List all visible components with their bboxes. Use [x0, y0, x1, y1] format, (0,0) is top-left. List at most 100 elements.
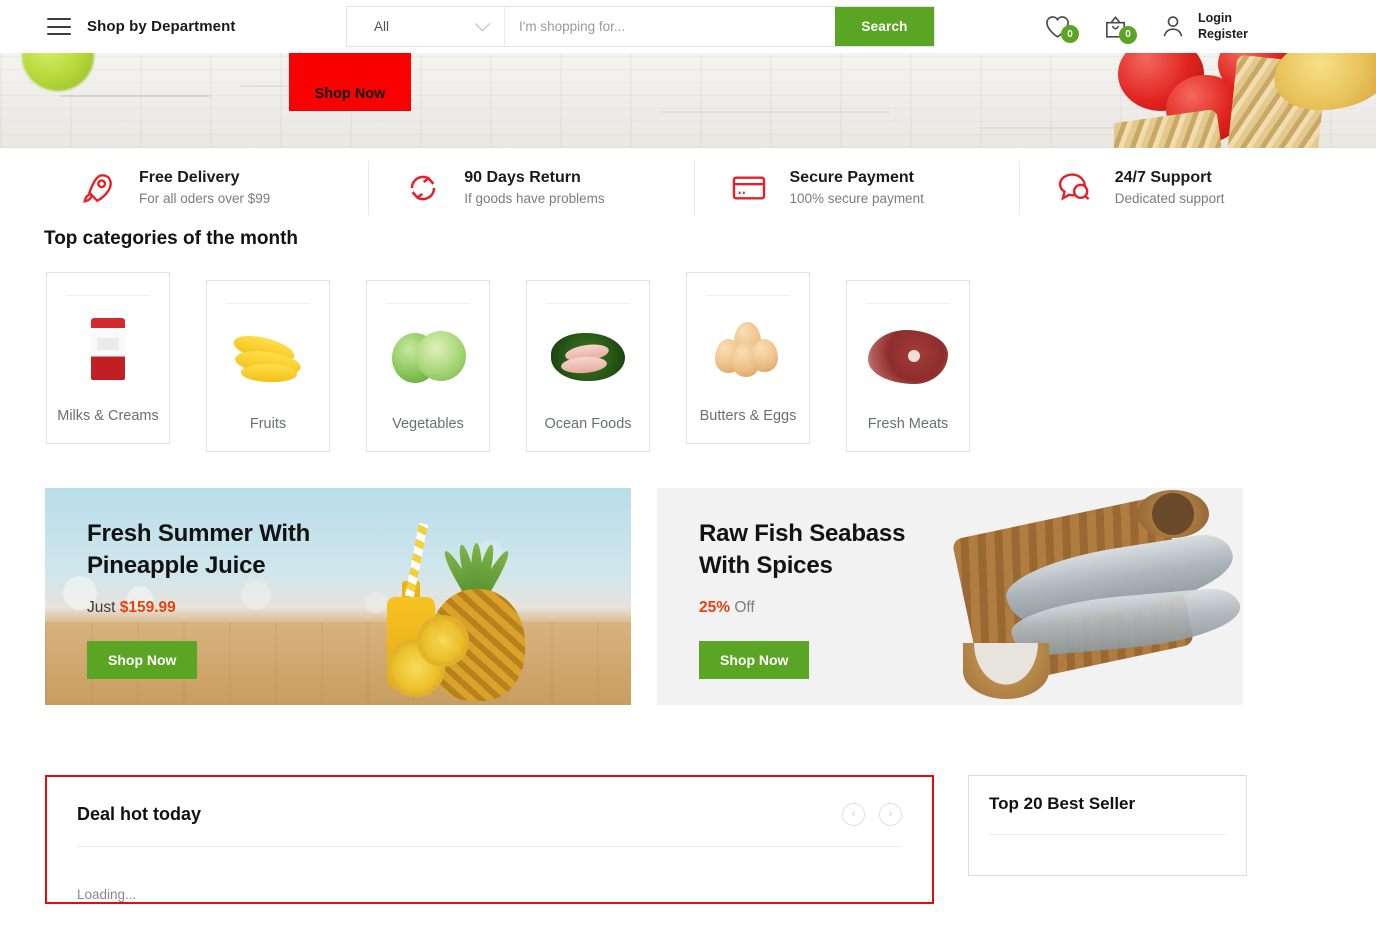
chevron-down-icon	[474, 15, 491, 32]
refresh-cycle-icon	[403, 168, 443, 208]
credit-card-icon	[729, 168, 769, 208]
feature-title: Free Delivery	[139, 169, 240, 187]
wood-grain-line	[660, 111, 890, 113]
rocket-icon	[78, 168, 118, 208]
promo-heading-line1: Fresh Summer With	[87, 519, 311, 547]
promo-banner-seabass[interactable]: Raw Fish Seabass With Spices 25% Off Sho…	[657, 487, 1243, 705]
feature-secure-payment: Secure Payment 100% secure payment	[695, 161, 1020, 215]
promo-banners: Fresh Summer With Pineapple Juice Just $…	[45, 487, 1376, 705]
search-category-value: All	[374, 19, 390, 34]
account-button[interactable]: Login Register	[1160, 11, 1248, 42]
chat-bubbles-icon	[1054, 168, 1094, 208]
eggs-image	[697, 310, 799, 388]
category-card-vegetables[interactable]: Vegetables	[366, 280, 490, 452]
cart-button[interactable]: 0	[1102, 14, 1137, 44]
promo-sub-suffix: Off	[730, 599, 755, 617]
department-menu[interactable]: Shop by Department	[47, 18, 235, 35]
peppercorn-bowl-image	[1137, 489, 1209, 538]
milk-carton-image	[57, 310, 159, 388]
card-divider	[225, 303, 311, 304]
category-card-ocean-foods[interactable]: Ocean Foods	[526, 280, 650, 452]
category-name: Fresh Meats	[867, 416, 949, 432]
salt-bowl-image	[963, 642, 1049, 699]
hero-banner: Shop Now	[0, 53, 1376, 148]
chevron-left-icon[interactable]: ‹	[842, 802, 865, 826]
category-card-milks-creams[interactable]: Milks & Creams	[46, 272, 170, 444]
card-divider	[545, 303, 631, 304]
search-category-select[interactable]: All	[347, 7, 505, 46]
login-link[interactable]: Login	[1198, 11, 1248, 27]
deal-title: Deal hot today	[77, 803, 202, 824]
category-name: Butters & Eggs	[699, 408, 797, 424]
card-divider	[705, 295, 791, 296]
deal-divider	[77, 845, 902, 847]
chevron-right-icon[interactable]: ›	[879, 802, 902, 826]
feature-subtitle: 100% secure payment	[789, 191, 924, 207]
wishlist-count: 0	[1060, 25, 1079, 43]
category-name: Vegetables	[392, 416, 464, 432]
user-icon	[1163, 16, 1183, 37]
search-button[interactable]: Search	[835, 7, 934, 46]
department-label[interactable]: Shop by Department	[87, 18, 235, 35]
feature-title: Secure Payment	[789, 169, 915, 187]
best-seller-title: Top 20 Best Seller	[989, 793, 1136, 813]
search-input[interactable]	[505, 7, 835, 46]
feature-title: 90 Days Return	[464, 169, 581, 187]
promo-content: Fresh Summer With Pineapple Juice Just $…	[87, 518, 311, 680]
wicker-basket-image	[1114, 108, 1223, 148]
feature-90-days-return: 90 Days Return If goods have problems	[369, 161, 695, 215]
promo-price: $159.99	[119, 599, 176, 617]
promo-sub-prefix: Just	[87, 599, 120, 617]
card-divider	[385, 303, 471, 304]
site-header: Shop by Department All Search 0 0	[0, 0, 1376, 53]
header-actions: 0 0 Login Register	[1044, 0, 1248, 53]
fish-slices-image	[537, 318, 639, 396]
best-seller-panel: Top 20 Best Seller	[968, 774, 1247, 876]
features-strip: Free Delivery For all oders over $99 90 …	[0, 153, 1376, 223]
promo-heading-line1: Raw Fish Seabass	[699, 519, 906, 547]
bokeh-decoration	[365, 591, 387, 614]
wishlist-button[interactable]: 0	[1044, 14, 1079, 43]
categories-heading: Top categories of the month	[44, 228, 299, 249]
search-bar: All Search	[346, 6, 935, 47]
deal-hot-today-panel: Deal hot today ‹ › Loading...	[45, 774, 934, 904]
cabbage-image	[377, 318, 479, 396]
category-card-fruits[interactable]: Fruits	[206, 280, 330, 452]
promo-discount: 25%	[699, 599, 731, 617]
category-name: Milks & Creams	[57, 408, 159, 424]
promo-heading-line2: With Spices	[699, 551, 833, 579]
register-link[interactable]: Register	[1198, 27, 1248, 43]
category-card-butters-eggs[interactable]: Butters & Eggs	[686, 272, 810, 444]
lower-section: Deal hot today ‹ › Loading... Top 20 Bes…	[45, 774, 1376, 904]
best-seller-divider	[989, 833, 1226, 835]
raw-meat-image	[857, 318, 959, 396]
promo-content: Raw Fish Seabass With Spices 25% Off Sho…	[699, 518, 906, 680]
bananas-image	[217, 318, 319, 396]
category-list: Milks & Creams Fruits Vegetables Ocean F…	[46, 272, 1376, 452]
promo-subtitle: Just $159.99	[87, 599, 310, 617]
card-divider	[865, 303, 951, 304]
wood-grain-line	[60, 95, 210, 97]
category-name: Ocean Foods	[544, 416, 632, 432]
category-name: Fruits	[249, 416, 287, 432]
card-divider	[65, 295, 151, 296]
hamburger-icon[interactable]	[47, 18, 71, 35]
feature-subtitle: For all oders over $99	[139, 191, 271, 207]
promo-banner-pineapple[interactable]: Fresh Summer With Pineapple Juice Just $…	[45, 487, 631, 705]
feature-subtitle: Dedicated support	[1114, 191, 1225, 207]
fish-board-image	[945, 488, 1243, 705]
deal-loading-text: Loading...	[77, 886, 137, 902]
promo-subtitle: 25% Off	[699, 599, 905, 617]
cart-count: 0	[1118, 25, 1137, 44]
hero-shop-now-button[interactable]: Shop Now	[289, 53, 411, 111]
promo-shop-now-button[interactable]: Shop Now	[87, 641, 198, 680]
category-card-fresh-meats[interactable]: Fresh Meats	[846, 280, 970, 452]
deal-header: Deal hot today ‹ ›	[77, 802, 902, 826]
promo-shop-now-button[interactable]: Shop Now	[699, 641, 810, 680]
feature-subtitle: If goods have problems	[464, 191, 605, 207]
tomato-basket-image	[1114, 53, 1376, 148]
feature-title: 24/7 Support	[1114, 169, 1212, 187]
carousel-controls: ‹ ›	[842, 802, 902, 826]
feature-24-7-support: 24/7 Support Dedicated support	[1020, 161, 1344, 215]
promo-heading-line2: Pineapple Juice	[87, 551, 266, 579]
